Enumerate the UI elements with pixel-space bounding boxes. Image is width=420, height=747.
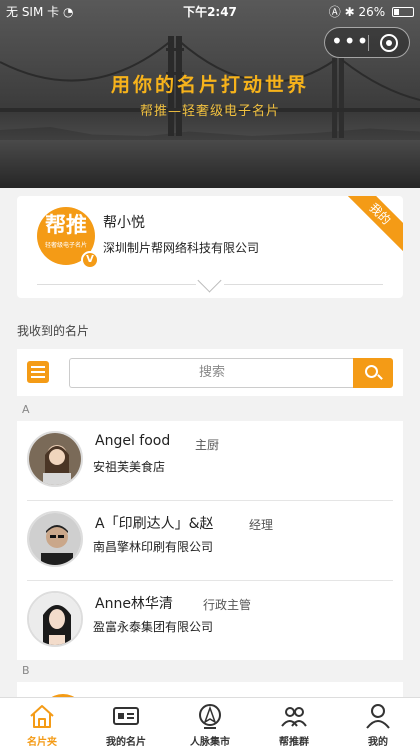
hero-banner: 无 SIM 卡 ◔ 下午2:47 Ⓐ ✱ 26% ••• 用你的名片打动世界 帮… bbox=[0, 0, 420, 188]
contact-title: 主厨 bbox=[195, 438, 220, 452]
user-icon bbox=[366, 704, 390, 729]
contact-item[interactable]: Angel food 主厨 安祖芙美食店 bbox=[17, 421, 403, 501]
search-input[interactable]: 搜索 bbox=[69, 358, 354, 388]
search-icon bbox=[365, 365, 378, 378]
contact-company: 盈富永泰集团有限公司 bbox=[93, 620, 214, 634]
contact-name: Anne林华清 bbox=[95, 596, 173, 612]
more-menu-icon[interactable]: ••• bbox=[331, 29, 368, 57]
location-icon bbox=[199, 704, 221, 729]
battery-icon bbox=[392, 7, 414, 17]
close-miniprogram-icon[interactable] bbox=[380, 34, 398, 52]
status-bar: 无 SIM 卡 ◔ 下午2:47 Ⓐ ✱ 26% bbox=[0, 0, 420, 22]
tab-network-market[interactable]: 人脉集市 bbox=[168, 698, 252, 747]
battery-percent: 26% bbox=[358, 5, 386, 19]
contact-title: 经理 bbox=[249, 518, 274, 532]
index-letter: B bbox=[22, 664, 30, 677]
tab-profile[interactable]: 我的 bbox=[336, 698, 420, 747]
logo-subtext: 轻奢级电子名片 bbox=[44, 242, 87, 249]
my-business-card[interactable]: 我的 帮推 轻奢级电子名片 V 帮小悦 深圳制片帮网络科技有限公司 bbox=[17, 196, 403, 298]
section-title: 我收到的名片 bbox=[17, 324, 90, 338]
hero-subtitle: 帮推—轻奢级电子名片 bbox=[139, 104, 280, 119]
card-icon bbox=[113, 707, 139, 725]
tab-card-holder[interactable]: 名片夹 bbox=[0, 698, 84, 747]
avatar bbox=[27, 511, 83, 567]
list-menu-icon[interactable] bbox=[27, 361, 49, 383]
my-name: 帮小悦 bbox=[103, 215, 145, 231]
contact-title: 行政主管 bbox=[203, 598, 252, 612]
avatar bbox=[27, 591, 83, 647]
tab-my-card[interactable]: 我的名片 bbox=[84, 698, 168, 747]
lock-rotation-icon: Ⓐ bbox=[328, 5, 341, 19]
contact-company: 安祖芙美食店 bbox=[93, 460, 166, 474]
search-bar: 搜索 bbox=[17, 349, 403, 396]
contact-list: Angel food 主厨 安祖芙美食店 A「印刷达人」&赵 经理 南昌擎林印刷… bbox=[17, 421, 403, 660]
avatar bbox=[27, 431, 83, 487]
my-company: 深圳制片帮网络科技有限公司 bbox=[103, 241, 260, 255]
group-icon bbox=[281, 707, 307, 727]
contact-item[interactable]: Anne林华清 行政主管 盈富永泰集团有限公司 bbox=[17, 581, 403, 661]
contact-name: Angel food bbox=[95, 433, 171, 449]
hero-water bbox=[0, 140, 420, 188]
contact-company: 南昌擎林印刷有限公司 bbox=[93, 540, 214, 554]
logo-text: 帮推 bbox=[45, 213, 87, 237]
bluetooth-icon: ✱ bbox=[344, 5, 355, 19]
hero-title: 用你的名片打动世界 bbox=[110, 74, 309, 96]
tab-group[interactable]: 帮推群 bbox=[252, 698, 336, 747]
index-letter: A bbox=[22, 403, 30, 416]
capsule-divider bbox=[368, 35, 369, 51]
tab-bar: 名片夹 我的名片 人脉集市 帮推群 我的 bbox=[0, 697, 420, 747]
contact-name: A「印刷达人」&赵 bbox=[95, 516, 214, 532]
mine-ribbon: 我的 bbox=[341, 196, 403, 253]
search-button[interactable] bbox=[353, 358, 393, 388]
verified-badge: V bbox=[81, 251, 99, 269]
contact-item[interactable]: A「印刷达人」&赵 经理 南昌擎林印刷有限公司 bbox=[17, 501, 403, 581]
expand-chevron-icon[interactable] bbox=[196, 276, 224, 292]
home-icon bbox=[30, 705, 54, 728]
miniprogram-capsule: ••• bbox=[324, 27, 410, 58]
company-logo: 帮推 轻奢级电子名片 V bbox=[37, 207, 99, 269]
